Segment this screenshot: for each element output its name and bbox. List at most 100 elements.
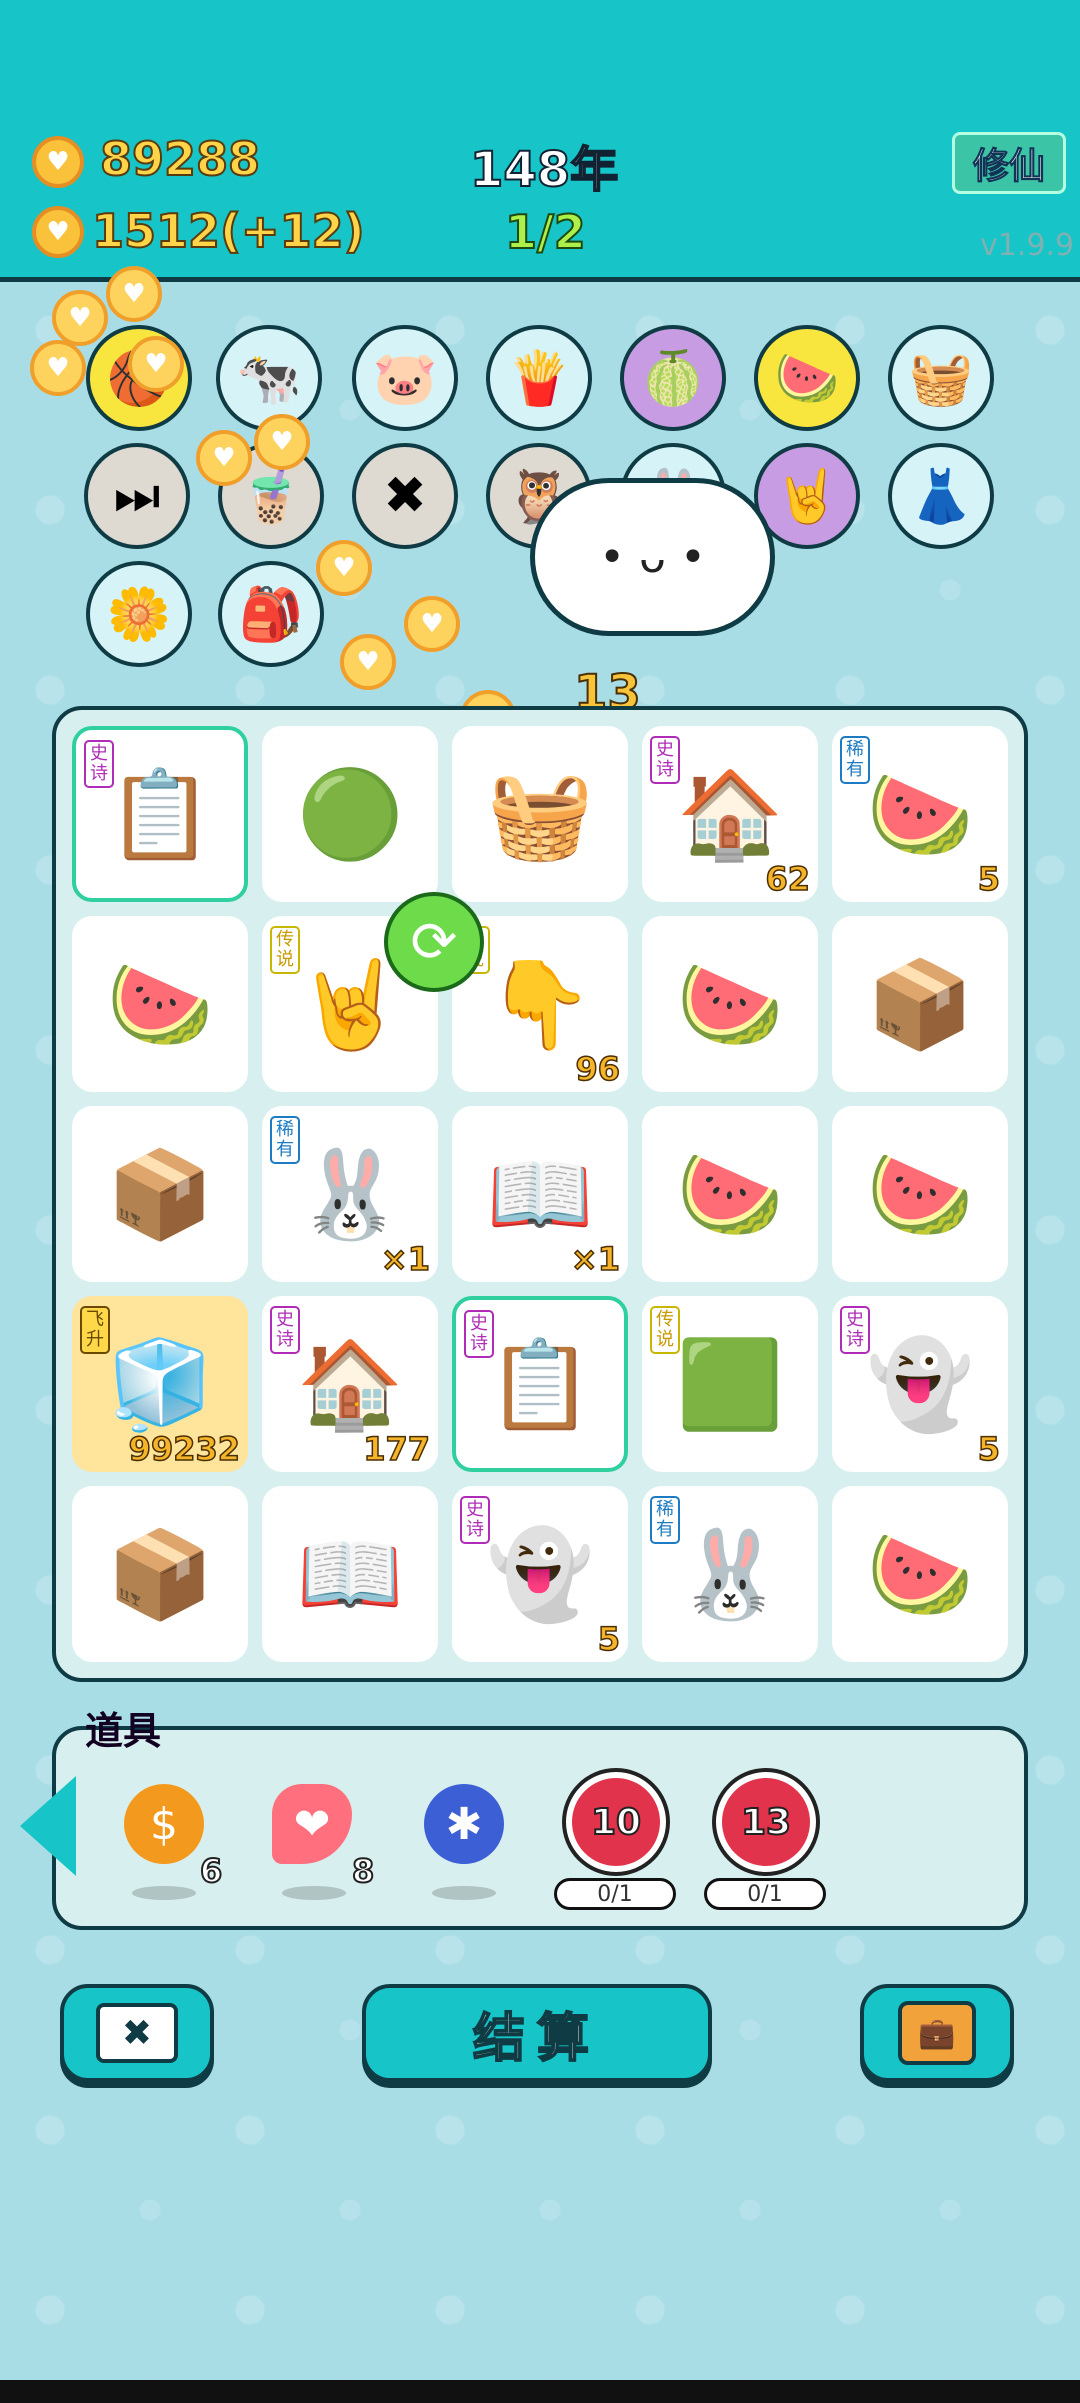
refresh-icon[interactable]: ⟳ bbox=[384, 892, 484, 992]
piggy-bank-icon[interactable]: 🐷 bbox=[352, 325, 458, 431]
blueberry-icon[interactable]: ✱ bbox=[424, 1784, 504, 1864]
top-bar: ♥ 89288 ♥ 1512 (+12) 148年 1/2 修仙 v1.9.9 bbox=[0, 0, 1080, 282]
french-fries-icon[interactable]: 🍟 bbox=[486, 325, 592, 431]
prev-tools-arrow-icon[interactable] bbox=[20, 1776, 76, 1876]
board-cell[interactable]: 📖 ×1 bbox=[452, 1106, 628, 1282]
watermelon-slice-icon: 🍉 bbox=[866, 1524, 974, 1625]
settle-label: 结算 bbox=[472, 2008, 601, 2070]
whole-watermelon-icon: 🟩 bbox=[676, 1334, 784, 1435]
flying-coin-icon: ♥ bbox=[340, 634, 396, 690]
item-count: 5 bbox=[977, 859, 1001, 899]
ghost-icon: 👻 bbox=[486, 1524, 594, 1625]
target-progress: 0/1 bbox=[704, 1878, 826, 1910]
item-count: 99232 bbox=[128, 1429, 241, 1469]
inventory-button[interactable]: 💼 bbox=[860, 1984, 1014, 2082]
gem-delta: (+12) bbox=[219, 203, 366, 259]
board-cell[interactable]: 🍉 bbox=[642, 1106, 818, 1282]
rarity-tag: 稀有 bbox=[840, 736, 870, 784]
mode-button[interactable]: 修仙 bbox=[952, 132, 1066, 194]
board-cell[interactable]: 🐰 稀有 bbox=[642, 1486, 818, 1662]
seed-bag-icon[interactable]: 🎒 bbox=[218, 561, 324, 667]
skirt-icon[interactable]: 👗 bbox=[888, 443, 994, 549]
cow-pair-icon[interactable]: 🐄 bbox=[216, 325, 322, 431]
board-cell[interactable]: 🍉 bbox=[642, 916, 818, 1092]
item-count: 177 bbox=[362, 1429, 430, 1469]
rabbit-icon: 🐰 bbox=[676, 1524, 784, 1625]
version-label: v1.9.9 bbox=[980, 228, 1075, 263]
board-cell[interactable]: 📖 bbox=[262, 1486, 438, 1662]
flying-coin-icon: ♥ bbox=[30, 340, 86, 396]
item-count: ×1 bbox=[380, 1239, 431, 1279]
year-label: 148年 bbox=[469, 141, 619, 199]
board-cell[interactable]: 🏠 史诗 177 bbox=[262, 1296, 438, 1472]
target-progress: 0/1 bbox=[554, 1878, 676, 1910]
system-nav-bar bbox=[0, 2380, 1080, 2403]
rarity-tag: 传说 bbox=[650, 1306, 680, 1354]
discard-button[interactable]: ✖ bbox=[60, 1984, 214, 2082]
board-cell[interactable]: 🧊 飞升 99232 bbox=[72, 1296, 248, 1472]
skip-icon[interactable]: ⏭ bbox=[84, 443, 190, 549]
item-count: 5 bbox=[597, 1619, 621, 1659]
package-box-icon: 📦 bbox=[866, 954, 974, 1055]
board-cell[interactable]: 📦 bbox=[832, 916, 1008, 1092]
tools-title: 道具 bbox=[85, 1709, 162, 1753]
board-cell[interactable]: 🍉 bbox=[832, 1486, 1008, 1662]
gold-amount: 89288 bbox=[99, 131, 261, 187]
gold-coin-icon: ♥ bbox=[32, 136, 84, 188]
delete-tag-icon[interactable]: ✖ bbox=[352, 443, 458, 549]
tool-shadow bbox=[132, 1886, 196, 1900]
book-icon: 📖 bbox=[296, 1524, 404, 1625]
board-cell[interactable]: 🐰 稀有 ×1 bbox=[262, 1106, 438, 1282]
board-cell[interactable]: 📦 bbox=[72, 1106, 248, 1282]
board-cell[interactable]: 📋 史诗 bbox=[452, 1296, 628, 1472]
item-count: 62 bbox=[765, 859, 811, 899]
item-board: 📋史诗🟢🧺🏠史诗62🍉稀有5🍉🤘传说👇传说96🍉📦📦🐰稀有×1📖×1🍉🍉🧊飞升9… bbox=[52, 706, 1028, 1682]
fridge-icon: 🧊 bbox=[106, 1334, 214, 1435]
book-icon: 📖 bbox=[486, 1144, 594, 1245]
cloud-face-icon: • ᴗ • bbox=[599, 531, 706, 583]
watermelon-slice-icon: 🍉 bbox=[866, 1144, 974, 1245]
rarity-tag: 史诗 bbox=[270, 1306, 300, 1354]
flying-coin-icon: ♥ bbox=[52, 290, 108, 346]
board-cell[interactable]: 📦 bbox=[72, 1486, 248, 1662]
tool-shadow bbox=[432, 1886, 496, 1900]
package-box-icon: 📦 bbox=[106, 1144, 214, 1245]
flying-coin-icon: ♥ bbox=[128, 336, 184, 392]
delete-tag-icon: ✖ bbox=[96, 2003, 178, 2063]
cloud-mascot: • ᴗ • bbox=[530, 478, 775, 636]
board-cell[interactable]: 🟩 传说 bbox=[642, 1296, 818, 1472]
rarity-tag: 稀有 bbox=[270, 1116, 300, 1164]
rarity-tag: 稀有 bbox=[650, 1496, 680, 1544]
rock-hand-icon: 🤘 bbox=[296, 954, 404, 1055]
flying-coin-icon: ♥ bbox=[106, 266, 162, 322]
tool-shadow bbox=[282, 1886, 346, 1900]
pointing-hand-icon: 👇 bbox=[486, 954, 594, 1055]
board-cell[interactable]: 🏠 史诗 62 bbox=[642, 726, 818, 902]
board-cell[interactable]: 🧺 bbox=[452, 726, 628, 902]
fruit-basket-icon[interactable]: 🧺 bbox=[888, 325, 994, 431]
target-13-icon[interactable]: 13 bbox=[716, 1772, 816, 1872]
flying-coin-icon: ♥ bbox=[254, 414, 310, 470]
board-cell[interactable]: 🍉 稀有 5 bbox=[832, 726, 1008, 902]
briefcase-icon: 💼 bbox=[898, 2001, 976, 2065]
board-cell[interactable]: 👻 史诗 5 bbox=[452, 1486, 628, 1662]
watermelon-slice-icon: 🍉 bbox=[676, 1144, 784, 1245]
board-cell[interactable]: 👻 史诗 5 bbox=[832, 1296, 1008, 1472]
pomelo-icon[interactable]: 🍈 bbox=[620, 325, 726, 431]
board-cell[interactable]: 🍉 bbox=[832, 1106, 1008, 1282]
board-cell[interactable]: 📋 史诗 bbox=[72, 726, 248, 902]
dollar-coin-icon[interactable]: $ bbox=[124, 1784, 204, 1864]
rarity-tag: 史诗 bbox=[650, 736, 680, 784]
flower-pot-icon[interactable]: 🌼 bbox=[86, 561, 192, 667]
ghost-icon: 👻 bbox=[866, 1334, 974, 1435]
fruit-plate-icon[interactable]: 🍉 bbox=[754, 325, 860, 431]
copy-paste-icon: 📋 bbox=[106, 764, 214, 865]
board-cell[interactable]: 🍉 bbox=[72, 916, 248, 1092]
gem-amount: 1512 bbox=[91, 203, 221, 259]
target-10-icon[interactable]: 10 bbox=[566, 1772, 666, 1872]
stage-progress: 1/2 bbox=[504, 204, 587, 260]
rarity-tag: 飞升 bbox=[80, 1306, 110, 1354]
settle-button[interactable]: 结算 bbox=[362, 1984, 712, 2082]
board-cell[interactable]: 🟢 bbox=[262, 726, 438, 902]
tool-count: 8 bbox=[351, 1851, 375, 1891]
